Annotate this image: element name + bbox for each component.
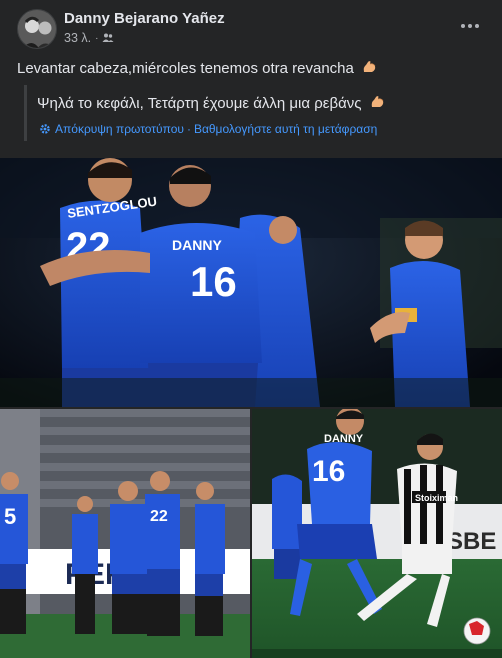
jersey-name-text: DANNY (172, 237, 222, 253)
flexed-biceps-emoji (369, 94, 385, 110)
translated-text-content: Ψηλά το κεφάλι, Τετάρτη έχουμε άλλη μια … (37, 95, 362, 112)
facebook-post: Danny Bejarano Yañez 33 λ. · Levantar ca… (0, 0, 502, 658)
post-header: Danny Bejarano Yañez 33 λ. · (0, 0, 502, 56)
ad-board-text: SBE (447, 528, 496, 555)
author-avatar[interactable] (17, 9, 57, 49)
gear-icon (39, 123, 51, 135)
post-meta: 33 λ. · (64, 31, 114, 45)
link-separator: · (186, 122, 191, 136)
post-text-content: Levantar cabeza,miércoles tenemos otra r… (17, 60, 354, 77)
rate-translation-link[interactable]: Βαθμολογήστε αυτή τη μετάφραση (194, 122, 377, 136)
translation-block: Ψηλά το κεφάλι, Τετάρτη έχουμε άλλη μια … (24, 85, 484, 141)
author-name[interactable]: Danny Bejarano Yañez (64, 10, 225, 27)
translation-links: Απόκρυψη πρωτοτύπου · Βαθμολογήστε αυτή … (39, 122, 377, 136)
jersey-name-text: DANNY (324, 433, 364, 445)
player-number-5: 5 (4, 504, 16, 529)
meta-separator-dot: · (95, 32, 99, 44)
translated-text: Ψηλά το κεφάλι, Τετάρτη έχουμε άλλη μια … (37, 94, 385, 114)
more-options-icon[interactable] (456, 14, 484, 38)
photo-bottom-right[interactable]: SBE DANNY 16 Stoiximan (252, 409, 502, 658)
friends-icon[interactable] (102, 32, 114, 44)
photo-bottom-left[interactable]: PERIN 5 22 (0, 409, 250, 658)
photo-main[interactable]: SENTZOGLOU 22 DANNY 16 (0, 158, 502, 407)
opponent-sponsor-text: Stoiximan (415, 493, 458, 503)
flexed-biceps-emoji (361, 59, 377, 75)
jersey-number-text: 16 (312, 455, 345, 488)
post-timestamp[interactable]: 33 λ. (64, 31, 91, 45)
jersey-number-text: 16 (190, 258, 237, 305)
hide-original-link[interactable]: Απόκρυψη πρωτοτύπου (55, 122, 184, 136)
player-number-22: 22 (150, 508, 168, 525)
post-text: Levantar cabeza,miércoles tenemos otra r… (17, 59, 377, 79)
